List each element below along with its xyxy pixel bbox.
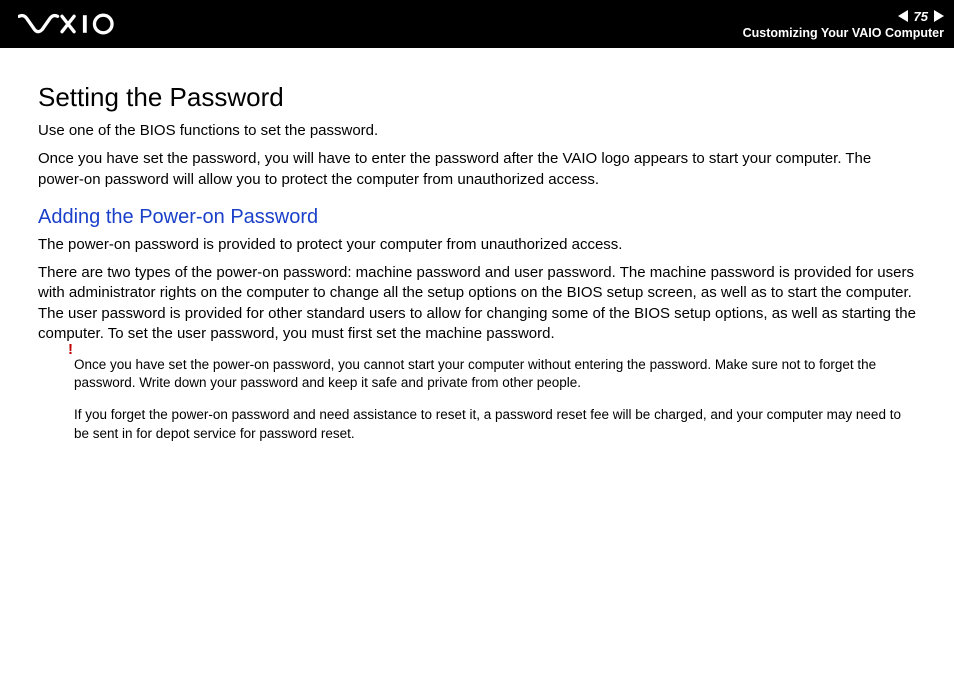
body-paragraph-1: The power-on password is provided to pro… bbox=[38, 235, 918, 255]
note-paragraph-1: Once you have set the power-on password,… bbox=[74, 356, 918, 392]
page-content: Setting the Password Use one of the BIOS… bbox=[0, 48, 954, 443]
section-heading: Adding the Power-on Password bbox=[38, 206, 918, 229]
intro-paragraph-1: Use one of the BIOS functions to set the… bbox=[38, 121, 918, 141]
next-page-icon[interactable] bbox=[934, 10, 944, 22]
vaio-logo bbox=[18, 0, 128, 48]
breadcrumb: Customizing Your VAIO Computer bbox=[743, 26, 944, 40]
body-paragraph-2: There are two types of the power-on pass… bbox=[38, 263, 918, 344]
header-right: 75 Customizing Your VAIO Computer bbox=[743, 9, 944, 40]
page-title: Setting the Password bbox=[38, 82, 918, 113]
page-number: 75 bbox=[912, 9, 930, 24]
note-paragraph-2: If you forget the power-on password and … bbox=[74, 406, 918, 442]
header-bar: 75 Customizing Your VAIO Computer bbox=[0, 0, 954, 48]
warning-note: ! Once you have set the power-on passwor… bbox=[38, 356, 918, 443]
pager: 75 bbox=[898, 9, 944, 24]
warning-icon: ! bbox=[68, 340, 73, 360]
prev-page-icon[interactable] bbox=[898, 10, 908, 22]
intro-paragraph-2: Once you have set the password, you will… bbox=[38, 149, 918, 190]
